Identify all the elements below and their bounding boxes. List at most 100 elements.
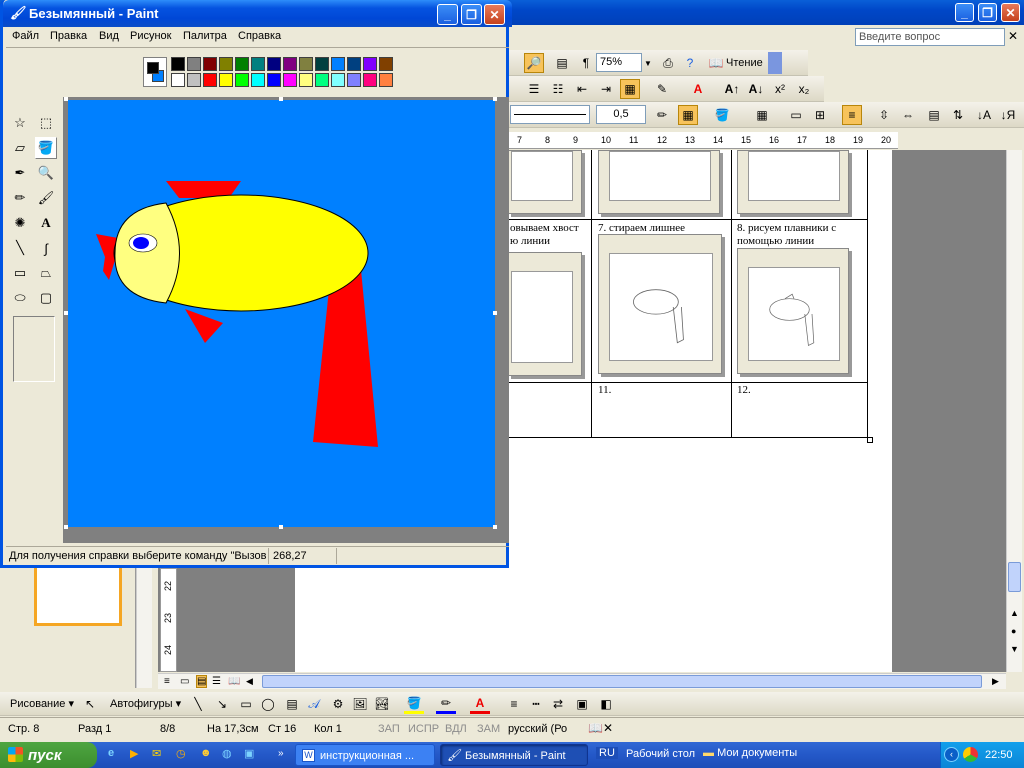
fill-icon[interactable]: 🪣: [35, 137, 57, 159]
paint-canvas[interactable]: [63, 97, 509, 543]
free-select-icon[interactable]: ☆: [9, 112, 31, 134]
next-page-icon[interactable]: ▼: [1010, 644, 1019, 654]
palette-swatch[interactable]: [219, 57, 233, 71]
reading-layout-icon[interactable]: 📖: [706, 53, 726, 73]
table-border-icon[interactable]: ▦: [678, 105, 698, 125]
line-color-icon[interactable]: ✏: [436, 694, 456, 714]
ask-close-icon[interactable]: ✕: [1008, 29, 1018, 43]
word-minimize-button[interactable]: _: [955, 3, 974, 22]
line-style-icon[interactable]: ≡: [504, 694, 524, 714]
clipart-icon[interactable]: 🖼: [350, 694, 370, 714]
palette-swatch[interactable]: [331, 57, 345, 71]
palette-swatch[interactable]: [267, 73, 281, 87]
pane-scrollbar[interactable]: [136, 568, 152, 688]
palette-swatch[interactable]: [347, 73, 361, 87]
paint-maximize-button[interactable]: ❐: [461, 4, 482, 25]
align-icon[interactable]: ≡: [842, 105, 862, 125]
paragraph-marks-icon[interactable]: ¶: [576, 53, 596, 73]
increase-indent-icon[interactable]: ⇥: [596, 79, 616, 99]
status-trk[interactable]: ИСПР: [408, 723, 439, 735]
bullets-icon[interactable]: ☷: [548, 79, 568, 99]
sort-ascending-icon[interactable]: ↓А: [974, 105, 994, 125]
table-resize-handle[interactable]: [867, 437, 873, 443]
outlook-icon[interactable]: ✉: [152, 747, 161, 760]
fill-color-icon[interactable]: 🪣: [404, 694, 424, 714]
3d-style-icon[interactable]: ◧: [596, 694, 616, 714]
diagram-icon[interactable]: ⚙: [328, 694, 348, 714]
horizontal-scrollbar[interactable]: ≡ ▭ ▤ ☰ 📖 ◀ ▶: [158, 673, 1006, 689]
textbox-icon[interactable]: ▤: [282, 694, 302, 714]
rectangle-tool-icon[interactable]: ▭: [9, 262, 31, 284]
distribute-rows-icon[interactable]: ⇳: [874, 105, 894, 125]
palette-swatch[interactable]: [203, 73, 217, 87]
autoshapes-menu[interactable]: Автофигуры ▾: [110, 697, 181, 710]
zoom-dropdown-icon[interactable]: ▼: [642, 53, 654, 73]
palette-swatch[interactable]: [283, 57, 297, 71]
palette-swatch[interactable]: [379, 57, 393, 71]
normal-view-icon[interactable]: ≡: [164, 676, 170, 687]
rounded-rect-icon[interactable]: ▢: [35, 287, 57, 309]
autoformat-icon[interactable]: ▤: [924, 105, 944, 125]
clock-app-icon[interactable]: ◷: [176, 747, 186, 760]
font-color-icon[interactable]: A: [688, 79, 708, 99]
menu-file[interactable]: Файл: [12, 30, 39, 42]
palette-swatch[interactable]: [299, 57, 313, 71]
word-maximize-button[interactable]: ❐: [978, 3, 997, 22]
palette-swatch[interactable]: [187, 73, 201, 87]
scroll-thumb[interactable]: [1008, 562, 1021, 592]
arrow-style-icon[interactable]: ⇄: [548, 694, 568, 714]
insert-table-icon[interactable]: ▦: [752, 105, 772, 125]
quick-launch-overflow-icon[interactable]: »: [278, 748, 284, 759]
reading-layout-label[interactable]: Чтение: [726, 57, 763, 69]
antivirus-icon[interactable]: ☻: [200, 747, 212, 759]
tray-app-icon[interactable]: [963, 747, 978, 762]
menu-image[interactable]: Рисунок: [130, 30, 172, 42]
select-objects-icon[interactable]: ↖: [80, 694, 100, 714]
hscroll-left-icon[interactable]: ◀: [246, 676, 253, 687]
palette-swatch[interactable]: [267, 57, 281, 71]
status-ext[interactable]: ВДЛ: [445, 723, 467, 735]
reading-view-icon[interactable]: 📖: [228, 676, 240, 687]
picture-icon[interactable]: 🏞: [372, 694, 392, 714]
hscroll-thumb[interactable]: [262, 675, 982, 688]
palette-swatch[interactable]: [171, 57, 185, 71]
ie-icon[interactable]: e: [108, 747, 114, 759]
desktop-toolbar[interactable]: Рабочий стол: [626, 748, 695, 760]
page-thumbnail[interactable]: [34, 568, 122, 626]
menu-help[interactable]: Справка: [238, 30, 281, 42]
palette-swatch[interactable]: [299, 73, 313, 87]
palette-swatch[interactable]: [331, 73, 345, 87]
help-icon[interactable]: ?: [680, 53, 700, 73]
palette-swatch[interactable]: [363, 57, 377, 71]
word-close-button[interactable]: ✕: [1001, 3, 1020, 22]
text-direction-icon[interactable]: ⇅: [948, 105, 968, 125]
pencil-icon[interactable]: ✏: [9, 187, 31, 209]
menu-view[interactable]: Вид: [99, 30, 119, 42]
start-button[interactable]: пуск: [0, 742, 97, 768]
web-view-icon[interactable]: ▭: [180, 676, 189, 687]
hscroll-right-icon[interactable]: ▶: [992, 676, 999, 687]
paint-title-bar[interactable]: 🖌 Безымянный - Paint _ ❐ ✕: [3, 0, 512, 27]
current-colors[interactable]: [143, 57, 167, 87]
palette-swatch[interactable]: [315, 57, 329, 71]
palette-swatch[interactable]: [235, 57, 249, 71]
shading-color-icon[interactable]: 🪣: [712, 105, 732, 125]
palette-swatch[interactable]: [363, 73, 377, 87]
zoom-select[interactable]: 75%: [596, 53, 642, 72]
status-ovr[interactable]: ЗАМ: [477, 723, 500, 735]
palette-swatch[interactable]: [283, 73, 297, 87]
spelling-status-icon[interactable]: 📖✕: [588, 721, 613, 735]
paint-close-button[interactable]: ✕: [484, 4, 505, 25]
line-icon[interactable]: ╲: [188, 694, 208, 714]
tool-options-box[interactable]: [13, 316, 55, 382]
vertical-ruler[interactable]: 22 23 24: [160, 568, 177, 672]
color-picker-icon[interactable]: ✒: [9, 162, 31, 184]
split-cells-icon[interactable]: ⊞: [810, 105, 830, 125]
decrease-indent-icon[interactable]: ⇤: [572, 79, 592, 99]
superscript-icon[interactable]: x²: [770, 79, 790, 99]
palette-swatch[interactable]: [219, 73, 233, 87]
dash-style-icon[interactable]: ┅: [526, 694, 546, 714]
highlight-icon[interactable]: ✎: [652, 79, 672, 99]
border-color-icon[interactable]: ✏: [652, 105, 672, 125]
paint-minimize-button[interactable]: _: [437, 4, 458, 25]
